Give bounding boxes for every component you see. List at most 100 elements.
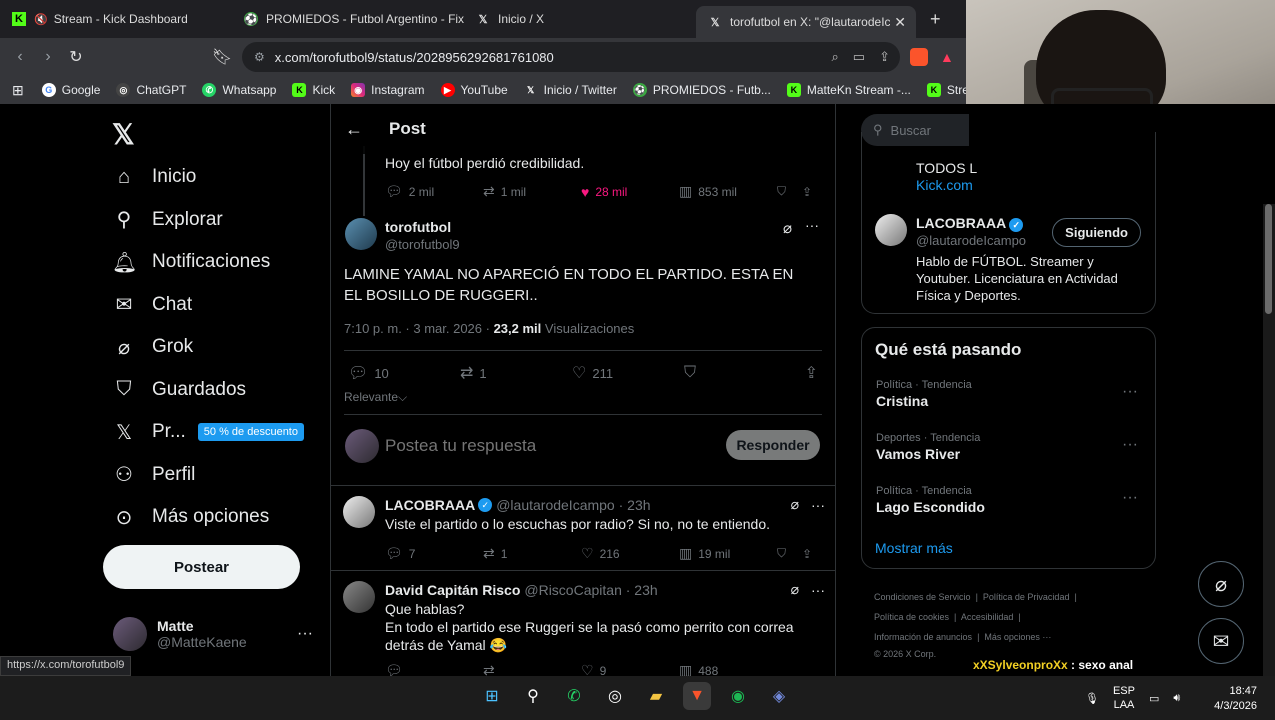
apps-grid-icon[interactable]: ⊞ <box>12 82 24 99</box>
reply-author-name[interactable]: LACOBRAAA <box>385 497 475 513</box>
grok-icon[interactable]: ⌀ <box>791 496 799 513</box>
nav-chat[interactable]: ✉ Chat <box>112 284 304 327</box>
tab-torofutbol[interactable]: 𝕏 torofutbol en X: "@lautarodeIcam ✕ <box>696 6 916 38</box>
network-icon[interactable]: ▭ <box>1149 692 1159 705</box>
site-info-icon[interactable]: ⚙ <box>254 50 265 64</box>
more-dots-icon[interactable]: ··· <box>1122 489 1138 507</box>
kick-link[interactable]: Kick.com <box>916 177 973 193</box>
like-button[interactable]: ♡ 216 <box>581 545 679 562</box>
like-button[interactable]: ♡ 9 <box>581 662 679 676</box>
reply-input[interactable] <box>385 433 685 459</box>
x-logo-icon[interactable]: 𝕏 <box>112 118 135 151</box>
like-button[interactable]: ♡ 211 <box>572 363 684 383</box>
language-indicator[interactable]: ESP LAA <box>1113 684 1135 712</box>
back-arrow-icon[interactable]: ← <box>345 119 363 140</box>
share-icon[interactable]: ⇪ <box>802 547 812 561</box>
views-button[interactable]: ▥ 488 <box>679 662 777 676</box>
search-icon[interactable]: ⚲ <box>519 682 547 710</box>
account-switcher[interactable]: Matte @MatteKaene ··· <box>113 617 313 651</box>
windows-start-icon[interactable]: ⊞ <box>478 682 506 710</box>
bookmark-page-icon[interactable]: 🔖︎ <box>208 47 236 67</box>
tab-promiedos[interactable]: ⚽ PROMIEDOS - Futbol Argentino - Fix <box>232 0 464 38</box>
nav-perfil[interactable]: ⚇ Perfil <box>112 454 304 497</box>
brave-icon[interactable]: ▼ <box>683 682 711 710</box>
bookmark-twitter[interactable]: 𝕏 Inicio / Twitter <box>524 83 617 97</box>
post-button[interactable]: Postear <box>103 545 300 589</box>
repost-button[interactable]: ⇄ <box>483 662 581 676</box>
bookmark-icon[interactable]: ⛉ <box>777 184 786 199</box>
reply-avatar[interactable] <box>343 581 375 613</box>
reply-button[interactable]: 💬︎ <box>385 662 483 676</box>
volume-icon[interactable]: 🔊︎ <box>1173 692 1180 705</box>
grok-floating-button[interactable]: ⌀ <box>1198 561 1244 607</box>
bookmark-chatgpt[interactable]: ◎ ChatGPT <box>116 83 186 97</box>
whatsapp-icon[interactable]: ✆ <box>560 682 588 710</box>
reply-button[interactable]: 💬︎ 7 <box>385 545 483 562</box>
taskbar-clock[interactable]: 18:47 4/3/2026 <box>1214 684 1257 714</box>
footer-link[interactable]: Condiciones de Servicio <box>874 592 971 602</box>
scrollbar-thumb[interactable] <box>1265 204 1272 314</box>
nav-mas-opciones[interactable]: ⊙ Más opciones <box>112 496 304 539</box>
bookmark-icon[interactable]: ⛉ <box>684 364 696 382</box>
nav-explorar[interactable]: ⚲ Explorar <box>112 199 304 242</box>
nav-notificaciones[interactable]: 🔔︎ Notificaciones <box>112 241 304 284</box>
following-button[interactable]: Siguiendo <box>1052 218 1141 247</box>
reply-button[interactable]: 💬︎ 10 <box>348 363 460 383</box>
reply-avatar[interactable] <box>343 496 375 528</box>
bookmark-mattekn-stream[interactable]: K MatteKn Stream -... <box>786 83 911 97</box>
post-timestamp[interactable]: 7:10 p. m. · 3 mar. 2026 · <box>344 321 494 336</box>
file-explorer-icon[interactable]: ▰ <box>642 682 670 710</box>
back-arrow-icon[interactable]: ‹ <box>6 48 34 66</box>
footer-link[interactable]: Política de Privacidad <box>983 592 1070 602</box>
views-button[interactable]: ▥ 19 mil <box>679 545 777 562</box>
reply-button[interactable]: Responder <box>726 430 820 460</box>
footer-link[interactable]: Información de anuncios <box>874 632 972 642</box>
more-dots-icon[interactable]: ··· <box>1122 436 1138 454</box>
reply-author-handle[interactable]: @RiscoCapitan · 23h <box>524 582 657 598</box>
footer-link[interactable]: Más opciones ··· <box>984 632 1051 642</box>
more-dots-icon[interactable]: ··· <box>297 625 313 643</box>
more-dots-icon[interactable]: ··· <box>1122 383 1138 401</box>
grok-icon[interactable]: ⌀ <box>791 581 799 598</box>
discord-icon[interactable]: ◈ <box>765 682 793 710</box>
repost-button[interactable]: ⇄ 1 mil <box>483 183 581 200</box>
bookmark-icon[interactable]: ⛉ <box>777 546 786 561</box>
more-dots-icon[interactable]: ··· <box>811 582 825 598</box>
nav-inicio[interactable]: ⌂ Inicio <box>112 156 304 199</box>
zoom-icon[interactable]: ⌕ <box>832 49 839 65</box>
footer-link[interactable]: Accesibilidad <box>961 612 1014 622</box>
brave-shield-icon[interactable] <box>910 48 928 66</box>
nav-premium[interactable]: 𝕏 Pr... 50 % de descuento <box>112 411 304 454</box>
author-avatar[interactable] <box>345 218 377 250</box>
nav-guardados[interactable]: ⛉ Guardados <box>112 369 304 412</box>
footer-link[interactable]: Política de cookies <box>874 612 949 622</box>
share-icon[interactable]: ⇪ <box>879 49 890 65</box>
bookmark-promiedos[interactable]: ⚽ PROMIEDOS - Futb... <box>632 83 771 97</box>
new-tab-button[interactable]: + <box>930 9 941 30</box>
share-icon[interactable]: ⇪ <box>802 185 812 199</box>
reload-icon[interactable]: ↻ <box>62 47 90 67</box>
bookmark-youtube[interactable]: ▶ YouTube <box>440 83 508 97</box>
share-icon[interactable]: ⇪ <box>805 363 818 383</box>
more-dots-icon[interactable]: ··· <box>805 217 819 233</box>
sort-dropdown[interactable]: Relevante⌵ <box>344 390 407 405</box>
mute-icon[interactable]: 🔇 <box>34 13 48 26</box>
views-button[interactable]: ▥ 853 mil <box>679 183 777 200</box>
spotify-icon[interactable]: ◉ <box>724 682 752 710</box>
author-name[interactable]: torofutbol <box>385 219 451 235</box>
url-field[interactable]: ⚙ x.com/torofutbol9/status/2028956292681… <box>242 42 900 72</box>
close-tab-icon[interactable]: ✕ <box>894 14 906 31</box>
cast-icon[interactable]: ▭ <box>853 49 865 65</box>
bookmark-kick[interactable]: K Kick <box>292 83 335 97</box>
tab-kick-dashboard[interactable]: K 🔇 Stream - Kick Dashboard <box>0 0 232 38</box>
bookmark-google[interactable]: G Google <box>41 83 100 97</box>
reply-author-handle[interactable]: @lautarodeIcampo · 23h <box>496 497 650 513</box>
chatgpt-icon[interactable]: ◎ <box>601 682 629 710</box>
forward-arrow-icon[interactable]: › <box>34 48 62 66</box>
reply-button[interactable]: 💬︎ 2 mil <box>385 183 483 200</box>
bookmark-instagram[interactable]: ◉ Instagram <box>351 83 425 97</box>
author-handle[interactable]: @torofutbol9 <box>385 237 460 252</box>
trend-item[interactable]: Política · Tendencia Lago Escondido ··· <box>876 485 1146 515</box>
profile-avatar[interactable] <box>875 214 907 246</box>
messages-floating-button[interactable]: ✉ <box>1198 618 1244 664</box>
